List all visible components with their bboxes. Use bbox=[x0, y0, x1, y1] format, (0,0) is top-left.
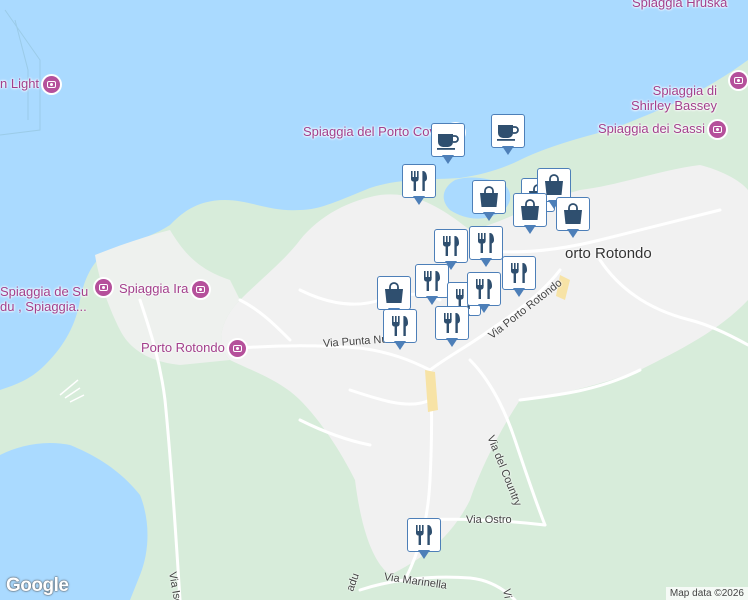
marker-pointer bbox=[446, 338, 458, 347]
marker-pointer bbox=[480, 258, 492, 267]
pier-lines bbox=[59, 379, 85, 403]
marker-pointer bbox=[394, 341, 406, 350]
marker-pointer bbox=[442, 155, 454, 164]
street-label: Vi bbox=[500, 587, 514, 600]
marker-pointer bbox=[413, 196, 425, 205]
shop-marker[interactable] bbox=[472, 180, 508, 226]
camera-icon bbox=[708, 121, 726, 139]
camera-icon bbox=[95, 279, 112, 296]
marker-pointer bbox=[513, 288, 525, 297]
place-name: Spiaggia del Porto Cove bbox=[303, 124, 444, 139]
place-name: Spiaggia Hruska bbox=[632, 0, 728, 10]
cafe-marker[interactable] bbox=[431, 123, 467, 169]
marker-pointer bbox=[567, 229, 579, 238]
place-label-porto-rotondo-poi[interactable]: Porto Rotondo bbox=[141, 340, 246, 358]
place-label-spiaggia-ira[interactable]: Spiaggia Ira bbox=[119, 281, 210, 299]
restaurant-marker[interactable] bbox=[407, 518, 443, 564]
marker-pointer bbox=[524, 225, 536, 234]
restaurant-marker[interactable] bbox=[402, 164, 438, 210]
place-name: Spiaggia dei Sassi bbox=[598, 121, 705, 136]
camera-icon bbox=[228, 340, 246, 358]
restaurant-marker[interactable] bbox=[435, 306, 471, 352]
marker-pointer bbox=[418, 550, 430, 559]
map-canvas[interactable]: Spiaggia Hruska n Light Spiaggia di Shir… bbox=[0, 0, 748, 600]
restaurant-marker[interactable] bbox=[502, 256, 538, 302]
place-label-spiaggia-sassi[interactable]: Spiaggia dei Sassi bbox=[598, 121, 726, 139]
camera-icon bbox=[192, 281, 210, 299]
street-label: Via Ostro bbox=[466, 514, 512, 526]
cafe-marker[interactable] bbox=[491, 114, 527, 160]
restaurant-marker[interactable] bbox=[415, 264, 451, 310]
place-name: Porto Rotondo bbox=[141, 340, 225, 355]
google-logo: Google bbox=[6, 575, 69, 596]
place-label-light[interactable]: n Light bbox=[0, 76, 61, 94]
shop-marker[interactable] bbox=[556, 197, 592, 243]
restaurant-marker[interactable] bbox=[469, 226, 505, 272]
place-label-spiaggia-shirley-bassey[interactable]: Spiaggia di Shirley Bassey bbox=[631, 68, 717, 113]
place-name: Spiaggia di Shirley Bassey bbox=[631, 83, 717, 113]
marker-pointer bbox=[478, 304, 490, 313]
place-name: Spiaggia Ira bbox=[119, 281, 189, 296]
map-attribution[interactable]: Map data ©2026 bbox=[665, 587, 748, 600]
camera-icon bbox=[43, 76, 61, 94]
locality-label: orto Rotondo bbox=[565, 245, 652, 262]
place-label-spiaggia-su[interactable]: Spiaggia de Su du , Spiaggia... bbox=[0, 269, 88, 314]
restaurant-marker[interactable] bbox=[467, 272, 503, 318]
restaurant-marker[interactable] bbox=[383, 309, 419, 355]
place-name: Spiaggia de Su du , Spiaggia... bbox=[0, 284, 89, 314]
place-label-spiaggia-hruska[interactable]: Spiaggia Hruska bbox=[632, 0, 727, 10]
marker-pointer bbox=[502, 146, 514, 155]
camera-icon bbox=[730, 72, 747, 89]
shop-marker[interactable] bbox=[513, 193, 549, 239]
marker-pointer bbox=[426, 296, 438, 305]
marker-pointer bbox=[483, 212, 495, 221]
place-name: n Light bbox=[0, 76, 40, 91]
